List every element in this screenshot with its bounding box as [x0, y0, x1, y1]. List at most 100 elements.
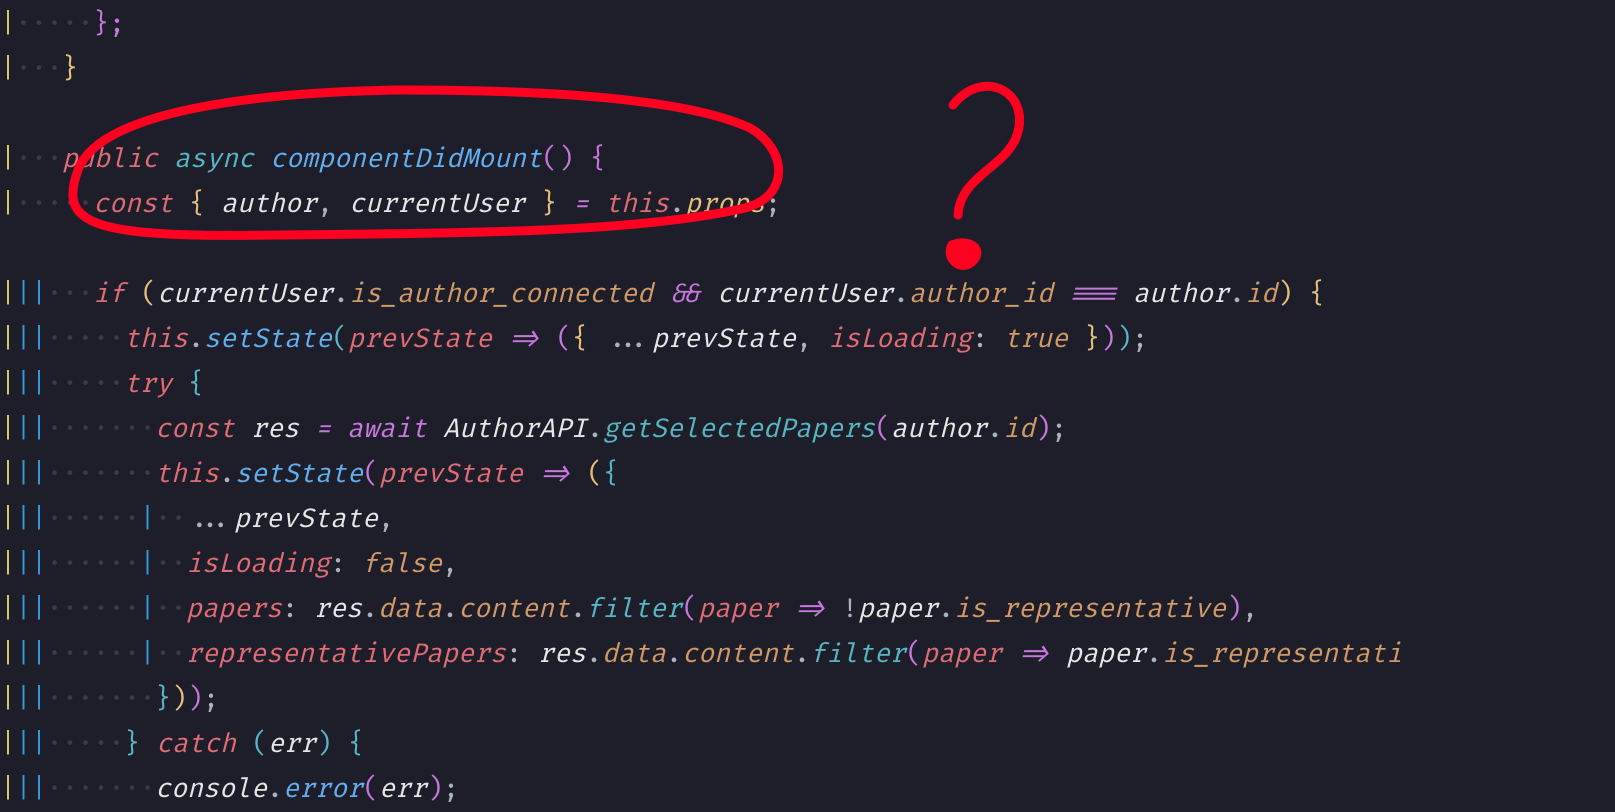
token [173, 182, 189, 227]
token: paper [1066, 632, 1146, 677]
token: ) [316, 722, 332, 767]
token [333, 182, 349, 227]
token: ( [587, 452, 603, 497]
token: catch [156, 722, 236, 767]
token [778, 587, 794, 632]
token: isLoading [828, 317, 972, 362]
code-line[interactable] [0, 92, 1402, 137]
code-line[interactable]: |||······|··papers: res.data.content.fil… [0, 587, 1402, 632]
code-line[interactable]: |···} [0, 47, 1402, 92]
token [332, 722, 348, 767]
token: this [124, 317, 188, 362]
token: try [124, 362, 172, 407]
token: . [1229, 272, 1245, 317]
token: currentUser [349, 182, 525, 227]
code-line[interactable]: |·····}; [0, 2, 1402, 47]
code-line[interactable]: |||·······})); [0, 677, 1402, 722]
code-line[interactable]: |||·······const res = await AuthorAPI.ge… [0, 407, 1402, 452]
token: data [602, 632, 666, 677]
token: ; [1051, 407, 1067, 452]
code-line[interactable] [0, 227, 1402, 272]
token [140, 722, 156, 767]
token: res [251, 407, 299, 452]
token: . [362, 587, 378, 632]
code-line[interactable]: |···public async componentDidMount() { [0, 137, 1402, 182]
token [522, 632, 538, 677]
token: prevState [234, 497, 378, 542]
token: : [330, 542, 346, 587]
token: representativePapers [186, 632, 506, 677]
token: ( [875, 407, 891, 452]
token: ; [443, 767, 459, 812]
token: getSelectedPapers [603, 407, 875, 452]
token: async [174, 137, 254, 182]
token [1068, 317, 1084, 362]
token [492, 317, 508, 362]
token: prevState [379, 452, 523, 497]
token [571, 452, 587, 497]
token: { [188, 362, 204, 407]
token: AuthorAPI [443, 407, 587, 452]
token: } [62, 47, 78, 92]
token [205, 182, 221, 227]
token: . [666, 632, 682, 677]
token: ; [1132, 317, 1148, 362]
token: author_id [909, 272, 1053, 317]
token: prevState [652, 317, 796, 362]
token: } [1084, 317, 1100, 362]
token [523, 452, 539, 497]
token [1002, 632, 1018, 677]
token: content [458, 587, 570, 632]
token [1053, 272, 1069, 317]
token: public [62, 137, 158, 182]
token: } [155, 677, 171, 722]
code-line[interactable]: |||·······console.error(err); [0, 767, 1402, 812]
token: ) [171, 677, 187, 722]
token: id [1245, 272, 1277, 317]
token: res [538, 632, 586, 677]
token [812, 317, 828, 362]
code-line[interactable]: |||·····this.setState(prevState => ({ ..… [0, 317, 1402, 362]
token: , [442, 542, 458, 587]
token: , [378, 497, 394, 542]
token: ! [842, 587, 858, 632]
token [298, 587, 314, 632]
code-line[interactable]: |||···if (currentUser.is_author_connecte… [0, 272, 1402, 317]
token: => [1018, 632, 1050, 677]
code-line[interactable]: |·····const { author, currentUser } = th… [0, 182, 1402, 227]
token: ( [252, 722, 268, 767]
token: : [972, 317, 988, 362]
token [427, 407, 443, 452]
token: err [268, 722, 316, 767]
token: id [1003, 407, 1035, 452]
code-line[interactable]: |||······|··...prevState, [0, 497, 1402, 542]
code-line[interactable]: |||······|··representativePapers: res.da… [0, 632, 1402, 677]
token: componentDidMount [270, 137, 542, 182]
token: { [603, 452, 619, 497]
token: ( [682, 587, 698, 632]
token: , [796, 317, 812, 362]
token [235, 407, 251, 452]
token: is_representative [954, 587, 1226, 632]
token [589, 182, 605, 227]
code-line[interactable]: |||·····} catch (err) { [0, 722, 1402, 767]
token: ; [765, 182, 781, 227]
token: . [586, 632, 602, 677]
token: papers [186, 587, 282, 632]
token: : [282, 587, 298, 632]
code-editor[interactable]: |·····};|···} |···public async componentD… [0, 0, 1402, 812]
code-line[interactable]: |||······|··isLoading: false, [0, 542, 1402, 587]
token: ) [1226, 587, 1242, 632]
token: await [347, 407, 427, 452]
token: paper [698, 587, 778, 632]
token [1117, 272, 1133, 317]
token: ) [187, 677, 203, 722]
token: . [333, 272, 349, 317]
token [588, 317, 604, 362]
token: this [155, 452, 219, 497]
token [653, 272, 669, 317]
token: . [938, 587, 954, 632]
token: const [93, 182, 173, 227]
code-line[interactable]: |||·····try { [0, 362, 1402, 407]
code-line[interactable]: |||·······this.setState(prevState => ({ [0, 452, 1402, 497]
